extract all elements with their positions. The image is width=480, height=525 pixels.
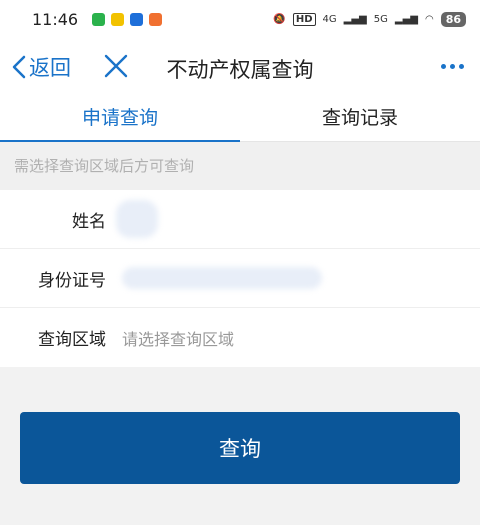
back-label: 返回 bbox=[29, 56, 71, 80]
status-time: 11:46 bbox=[32, 9, 79, 29]
chevron-left-icon bbox=[12, 55, 26, 79]
region-label: 查询区域 bbox=[38, 330, 106, 350]
nav-bar: 返回 不动产权属查询 bbox=[0, 38, 480, 96]
close-button[interactable] bbox=[104, 54, 128, 82]
hd-badge: HD bbox=[292, 12, 316, 26]
query-button[interactable]: 查询 bbox=[20, 412, 460, 484]
close-icon bbox=[104, 54, 128, 78]
name-row[interactable]: 姓名 bbox=[0, 190, 480, 249]
network-5g-label: 5G bbox=[373, 13, 388, 25]
redacted-name bbox=[116, 200, 158, 238]
page-title: 不动产权属查询 bbox=[166, 58, 314, 82]
back-button[interactable]: 返回 bbox=[12, 52, 71, 82]
app-notification-icon bbox=[92, 12, 106, 26]
network-4g-label: 4G bbox=[322, 13, 337, 25]
tab-query-records[interactable]: 查询记录 bbox=[240, 96, 480, 141]
app-notification-icon bbox=[111, 12, 125, 26]
signal-icon: ▂▄▆ bbox=[394, 13, 418, 25]
notification-icons bbox=[92, 12, 163, 26]
id-label: 身份证号 bbox=[38, 270, 106, 291]
more-dot-icon bbox=[450, 64, 455, 69]
redacted-id-number bbox=[122, 267, 322, 289]
wifi-icon: ◠ bbox=[424, 13, 434, 25]
more-button[interactable] bbox=[441, 64, 464, 69]
name-label: 姓名 bbox=[72, 211, 106, 232]
id-row[interactable]: 身份证号 bbox=[0, 249, 480, 308]
query-form: 姓名 身份证号 查询区域 请选择查询区域 bbox=[0, 190, 480, 367]
hint-text: 需选择查询区域后方可查询 bbox=[0, 142, 480, 190]
tab-bar: 申请查询 查询记录 bbox=[0, 96, 480, 142]
more-dot-icon bbox=[441, 64, 446, 69]
app-notification-icon bbox=[130, 12, 144, 26]
app-notification-icon bbox=[149, 12, 163, 26]
status-right: 🔕 HD 4G ▂▄▆ 5G ▂▄▆ ◠ 86 bbox=[273, 11, 466, 27]
battery-indicator: 86 bbox=[440, 11, 466, 27]
more-dot-icon bbox=[459, 64, 464, 69]
region-placeholder: 请选择查询区域 bbox=[122, 329, 235, 349]
signal-icon: ▂▄▆ bbox=[343, 13, 367, 25]
status-bar: 11:46 🔕 HD 4G ▂▄▆ 5G ▂▄▆ ◠ 86 bbox=[0, 0, 480, 38]
mute-icon: 🔕 bbox=[273, 13, 286, 25]
tab-apply-query[interactable]: 申请查询 bbox=[0, 96, 240, 142]
region-row[interactable]: 查询区域 请选择查询区域 bbox=[0, 308, 480, 367]
